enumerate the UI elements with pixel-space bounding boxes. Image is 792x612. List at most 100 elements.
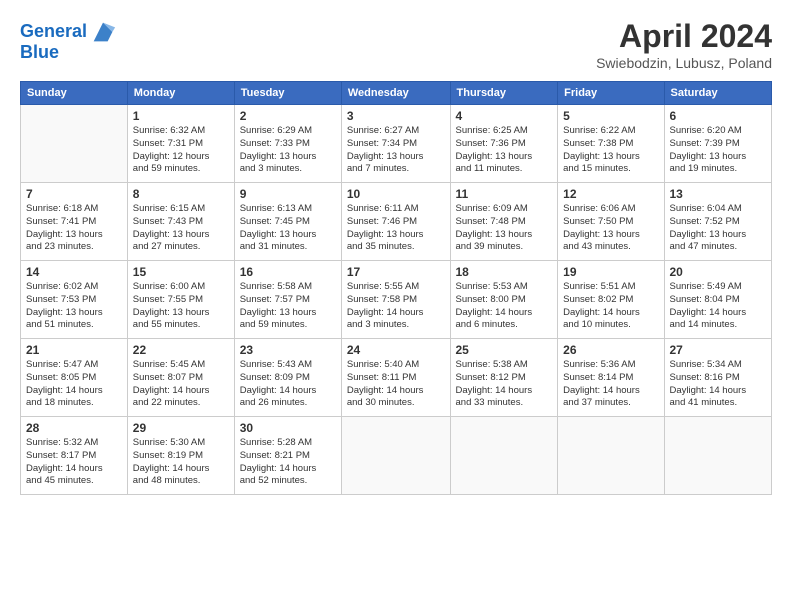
logo: General Blue — [20, 18, 117, 63]
day-info: Sunrise: 6:22 AMSunset: 7:38 PMDaylight:… — [563, 125, 658, 176]
day-info: Sunrise: 5:30 AMSunset: 8:19 PMDaylight:… — [133, 437, 229, 488]
calendar-cell-w3-d3: 16 Sunrise: 5:58 AMSunset: 7:57 PMDayligh… — [234, 261, 341, 339]
calendar-cell-w3-d4: 17Sunrise: 5:55 AMSunset: 7:58 PMDayligh… — [341, 261, 450, 339]
calendar-cell-w2-d4: 10Sunrise: 6:11 AMSunset: 7:46 PMDayligh… — [341, 183, 450, 261]
page: General Blue April 2024 Swiebodzin, Lubu… — [0, 0, 792, 505]
day-info: Sunrise: 6:29 AMSunset: 7:33 PMDaylight:… — [240, 125, 336, 176]
day-info: Sunrise: 6:02 AMSunset: 7:53 PMDaylight:… — [26, 281, 122, 332]
day-number: 20 — [670, 265, 767, 279]
title-block: April 2024 Swiebodzin, Lubusz, Poland — [596, 18, 772, 71]
col-wednesday: Wednesday — [341, 82, 450, 105]
day-info: Sunrise: 5:32 AMSunset: 8:17 PMDaylight:… — [26, 437, 122, 488]
day-number: 13 — [670, 187, 767, 201]
day-info: Sunrise: 5:49 AMSunset: 8:04 PMDaylight:… — [670, 281, 767, 332]
day-info: Sunrise: 6:15 AMSunset: 7:43 PMDaylight:… — [133, 203, 229, 254]
day-number: 24 — [347, 343, 445, 357]
day-info: Sunrise: 6:18 AMSunset: 7:41 PMDaylight:… — [26, 203, 122, 254]
day-info: Sunrise: 5:28 AMSunset: 8:21 PMDaylight:… — [240, 437, 336, 488]
day-number: 21 — [26, 343, 122, 357]
day-info: Sunrise: 6:13 AMSunset: 7:45 PMDaylight:… — [240, 203, 336, 254]
day-info: Sunrise: 5:38 AMSunset: 8:12 PMDaylight:… — [456, 359, 553, 410]
calendar-cell-w4-d4: 24 Sunrise: 5:40 AMSunset: 8:11 PMDayligh… — [341, 339, 450, 417]
day-number: 6 — [670, 109, 767, 123]
day-info: Sunrise: 6:27 AMSunset: 7:34 PMDaylight:… — [347, 125, 445, 176]
day-info: Sunrise: 6:09 AMSunset: 7:48 PMDaylight:… — [456, 203, 553, 254]
calendar-cell-w2-d3: 9 Sunrise: 6:13 AMSunset: 7:45 PMDaylight… — [234, 183, 341, 261]
calendar-cell-w2-d6: 12 Sunrise: 6:06 AMSunset: 7:50 PMDayligh… — [558, 183, 664, 261]
day-number: 11 — [456, 187, 553, 201]
location-subtitle: Swiebodzin, Lubusz, Poland — [596, 55, 772, 71]
calendar-week-3: 14 Sunrise: 6:02 AMSunset: 7:53 PMDayligh… — [21, 261, 772, 339]
day-number: 23 — [240, 343, 336, 357]
day-info: Sunrise: 5:51 AMSunset: 8:02 PMDaylight:… — [563, 281, 658, 332]
day-number: 12 — [563, 187, 658, 201]
calendar-week-1: 1Sunrise: 6:32 AMSunset: 7:31 PMDaylight… — [21, 105, 772, 183]
calendar-cell-w2-d1: 7 Sunrise: 6:18 AMSunset: 7:41 PMDaylight… — [21, 183, 128, 261]
col-friday: Friday — [558, 82, 664, 105]
day-number: 19 — [563, 265, 658, 279]
day-info: Sunrise: 6:04 AMSunset: 7:52 PMDaylight:… — [670, 203, 767, 254]
calendar-week-4: 21 Sunrise: 5:47 AMSunset: 8:05 PMDayligh… — [21, 339, 772, 417]
calendar-cell-w4-d2: 22Sunrise: 5:45 AMSunset: 8:07 PMDayligh… — [127, 339, 234, 417]
calendar-cell-w5-d2: 29 Sunrise: 5:30 AMSunset: 8:19 PMDayligh… — [127, 417, 234, 495]
day-number: 3 — [347, 109, 445, 123]
calendar-cell-w1-d4: 3 Sunrise: 6:27 AMSunset: 7:34 PMDaylight… — [341, 105, 450, 183]
day-info: Sunrise: 5:58 AMSunset: 7:57 PMDaylight:… — [240, 281, 336, 332]
day-info: Sunrise: 6:06 AMSunset: 7:50 PMDaylight:… — [563, 203, 658, 254]
calendar-cell-w1-d6: 5Sunrise: 6:22 AMSunset: 7:38 PMDaylight… — [558, 105, 664, 183]
calendar-cell-w3-d5: 18 Sunrise: 5:53 AMSunset: 8:00 PMDayligh… — [450, 261, 558, 339]
day-info: Sunrise: 6:25 AMSunset: 7:36 PMDaylight:… — [456, 125, 553, 176]
header: General Blue April 2024 Swiebodzin, Lubu… — [20, 18, 772, 71]
calendar-cell-w3-d7: 20 Sunrise: 5:49 AMSunset: 8:04 PMDayligh… — [664, 261, 772, 339]
logo-icon — [89, 18, 117, 46]
calendar-cell-w4-d5: 25Sunrise: 5:38 AMSunset: 8:12 PMDayligh… — [450, 339, 558, 417]
col-monday: Monday — [127, 82, 234, 105]
day-info: Sunrise: 5:47 AMSunset: 8:05 PMDaylight:… — [26, 359, 122, 410]
day-number: 10 — [347, 187, 445, 201]
calendar-cell-w2-d2: 8 Sunrise: 6:15 AMSunset: 7:43 PMDaylight… — [127, 183, 234, 261]
day-number: 18 — [456, 265, 553, 279]
calendar-cell-w1-d3: 2 Sunrise: 6:29 AMSunset: 7:33 PMDaylight… — [234, 105, 341, 183]
day-info: Sunrise: 6:00 AMSunset: 7:55 PMDaylight:… — [133, 281, 229, 332]
calendar-header-row: Sunday Monday Tuesday Wednesday Thursday… — [21, 82, 772, 105]
logo-text: General — [20, 22, 87, 42]
calendar-week-2: 7 Sunrise: 6:18 AMSunset: 7:41 PMDaylight… — [21, 183, 772, 261]
day-number: 28 — [26, 421, 122, 435]
calendar-cell-w5-d4 — [341, 417, 450, 495]
month-title: April 2024 — [596, 18, 772, 55]
calendar-cell-w3-d2: 15 Sunrise: 6:00 AMSunset: 7:55 PMDayligh… — [127, 261, 234, 339]
day-info: Sunrise: 5:53 AMSunset: 8:00 PMDaylight:… — [456, 281, 553, 332]
col-thursday: Thursday — [450, 82, 558, 105]
calendar-cell-w5-d6 — [558, 417, 664, 495]
day-info: Sunrise: 6:20 AMSunset: 7:39 PMDaylight:… — [670, 125, 767, 176]
calendar-cell-w4-d1: 21 Sunrise: 5:47 AMSunset: 8:05 PMDayligh… — [21, 339, 128, 417]
calendar-cell-w1-d7: 6 Sunrise: 6:20 AMSunset: 7:39 PMDaylight… — [664, 105, 772, 183]
calendar-cell-w2-d5: 11 Sunrise: 6:09 AMSunset: 7:48 PMDayligh… — [450, 183, 558, 261]
day-info: Sunrise: 5:45 AMSunset: 8:07 PMDaylight:… — [133, 359, 229, 410]
day-info: Sunrise: 5:43 AMSunset: 8:09 PMDaylight:… — [240, 359, 336, 410]
day-number: 26 — [563, 343, 658, 357]
day-info: Sunrise: 5:36 AMSunset: 8:14 PMDaylight:… — [563, 359, 658, 410]
calendar-table: Sunday Monday Tuesday Wednesday Thursday… — [20, 81, 772, 495]
day-number: 8 — [133, 187, 229, 201]
day-number: 2 — [240, 109, 336, 123]
day-info: Sunrise: 5:55 AMSunset: 7:58 PMDaylight:… — [347, 281, 445, 332]
calendar-week-5: 28 Sunrise: 5:32 AMSunset: 8:17 PMDayligh… — [21, 417, 772, 495]
calendar-cell-w4-d7: 27Sunrise: 5:34 AMSunset: 8:16 PMDayligh… — [664, 339, 772, 417]
day-number: 14 — [26, 265, 122, 279]
col-saturday: Saturday — [664, 82, 772, 105]
day-info: Sunrise: 6:32 AMSunset: 7:31 PMDaylight:… — [133, 125, 229, 176]
calendar-cell-w2-d7: 13 Sunrise: 6:04 AMSunset: 7:52 PMDayligh… — [664, 183, 772, 261]
day-number: 9 — [240, 187, 336, 201]
day-number: 27 — [670, 343, 767, 357]
day-info: Sunrise: 5:40 AMSunset: 8:11 PMDaylight:… — [347, 359, 445, 410]
calendar-cell-w4-d3: 23 Sunrise: 5:43 AMSunset: 8:09 PMDayligh… — [234, 339, 341, 417]
day-number: 29 — [133, 421, 229, 435]
calendar-cell-w1-d1 — [21, 105, 128, 183]
day-number: 7 — [26, 187, 122, 201]
calendar-cell-w1-d5: 4Sunrise: 6:25 AMSunset: 7:36 PMDaylight… — [450, 105, 558, 183]
calendar-cell-w3-d1: 14 Sunrise: 6:02 AMSunset: 7:53 PMDayligh… — [21, 261, 128, 339]
day-number: 16 — [240, 265, 336, 279]
day-number: 15 — [133, 265, 229, 279]
calendar-cell-w5-d1: 28 Sunrise: 5:32 AMSunset: 8:17 PMDayligh… — [21, 417, 128, 495]
